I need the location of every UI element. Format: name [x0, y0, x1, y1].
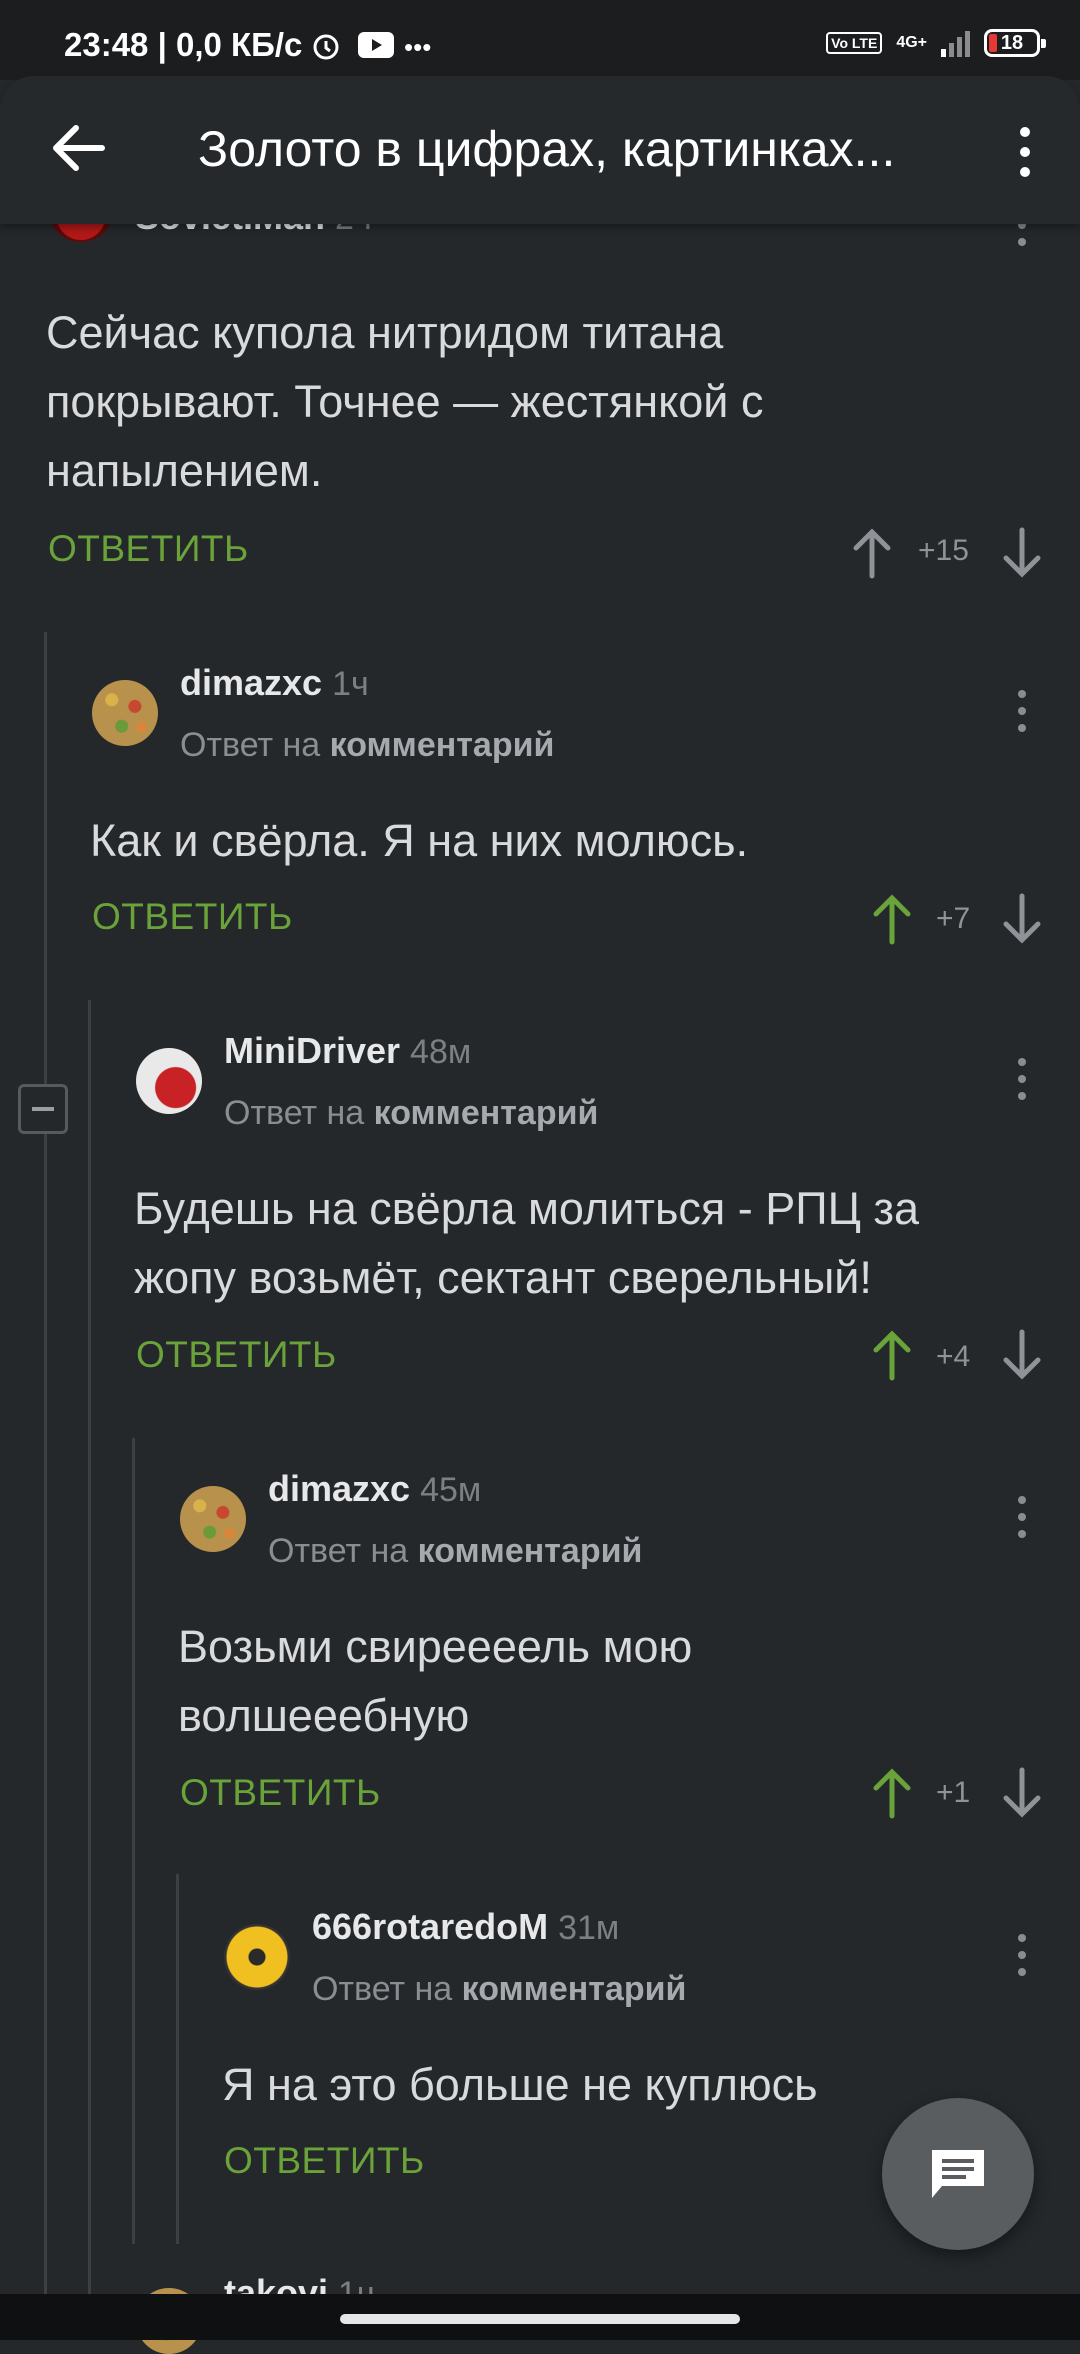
comment-time: 45м	[420, 1471, 482, 1509]
reply-button[interactable]: ОТВЕТИТЬ	[224, 2140, 425, 2182]
avatar[interactable]	[136, 1048, 202, 1114]
reply-button[interactable]: ОТВЕТИТЬ	[48, 528, 249, 570]
thread-line	[176, 1874, 179, 2244]
avatar[interactable]	[224, 1924, 290, 1990]
downvote-icon[interactable]	[1002, 526, 1042, 580]
volte-indicator: Vo LTE	[826, 32, 883, 54]
thread-line	[44, 632, 47, 2294]
comment-time: 1ч	[332, 665, 369, 703]
reply-button[interactable]: ОТВЕТИТЬ	[92, 896, 293, 938]
comment-score: +15	[918, 534, 969, 567]
more-vert-icon[interactable]	[1010, 122, 1040, 182]
reply-button[interactable]: ОТВЕТИТЬ	[180, 1772, 381, 1814]
more-vert-icon[interactable]	[1012, 686, 1032, 736]
comment-icon	[932, 2150, 984, 2198]
comment-text: Будешь на свёрла молиться - РПЦ за жопу …	[134, 1183, 920, 1303]
thread-line	[88, 1000, 91, 2294]
reply-to-link[interactable]: комментарий	[462, 1970, 687, 2008]
reply-to-link[interactable]: комментарий	[418, 1532, 643, 1570]
more-vert-icon[interactable]	[1012, 1930, 1032, 1980]
upvote-icon[interactable]	[852, 526, 892, 580]
more-notifications-icon: •••	[404, 32, 432, 62]
comment-text: Возьми свиреееель мою волшееебную	[178, 1621, 693, 1741]
downvote-icon[interactable]	[1002, 1328, 1042, 1382]
comment-username[interactable]: dimazxc 45м	[268, 1468, 481, 1510]
downvote-icon[interactable]	[1002, 892, 1042, 946]
alarm-icon	[313, 34, 339, 60]
comment-score: +7	[936, 902, 971, 935]
upvote-icon[interactable]	[872, 1328, 912, 1382]
reply-to-line: Ответ на комментарий	[224, 1094, 599, 1132]
comment-username[interactable]: MiniDriver 48м	[224, 1030, 471, 1072]
more-vert-icon[interactable]	[1012, 1492, 1032, 1542]
avatar[interactable]	[180, 1486, 246, 1552]
reply-to-line: Ответ на комментарий	[312, 1970, 687, 2008]
network-type: 4G+	[896, 34, 927, 51]
app-header: Золото в цифрах, картинках...	[0, 76, 1080, 224]
reply-to-link[interactable]: комментарий	[374, 1094, 599, 1132]
reply-to-line: Ответ на комментарий	[268, 1532, 643, 1570]
comment-score: +1	[936, 1776, 971, 1809]
status-time: 23:48 | 0,0 КБ/с	[64, 26, 303, 63]
thread-line	[132, 1438, 135, 2244]
comment-text: Сейчас купола нитридом титана покрывают.…	[46, 307, 764, 496]
system-nav-bar	[0, 2294, 1080, 2340]
reply-to-link[interactable]: комментарий	[330, 726, 555, 764]
comment-text: Как и свёрла. Я на них молюсь.	[90, 815, 749, 866]
more-vert-icon[interactable]	[1012, 1054, 1032, 1104]
comment-username[interactable]: 666rotaredoM 31м	[312, 1906, 619, 1948]
reply-button[interactable]: ОТВЕТИТЬ	[136, 1334, 337, 1376]
comment-time: 48м	[410, 1033, 472, 1071]
battery-icon: 18	[984, 29, 1046, 57]
signal-icon	[941, 29, 970, 57]
page-title: Золото в цифрах, картинках...	[198, 121, 896, 177]
back-arrow-icon[interactable]	[48, 118, 108, 178]
write-comment-button[interactable]	[882, 2098, 1034, 2250]
home-indicator[interactable]	[340, 2314, 740, 2324]
status-bar: 23:48 | 0,0 КБ/с ••• Vo LTE 4G+ 18	[0, 0, 1080, 80]
downvote-icon[interactable]	[1002, 1766, 1042, 1820]
reply-to-line: Ответ на комментарий	[180, 726, 555, 764]
comment-score: +4	[936, 1340, 971, 1373]
youtube-icon	[358, 32, 394, 58]
comment-username[interactable]: dimazxc 1ч	[180, 662, 369, 704]
avatar[interactable]	[92, 680, 158, 746]
comment-text: Я на это больше не куплюсь	[222, 2059, 818, 2110]
upvote-icon[interactable]	[872, 892, 912, 946]
collapse-thread-button[interactable]	[18, 1084, 68, 1134]
comment-time: 31м	[558, 1909, 620, 1947]
upvote-icon[interactable]	[872, 1766, 912, 1820]
